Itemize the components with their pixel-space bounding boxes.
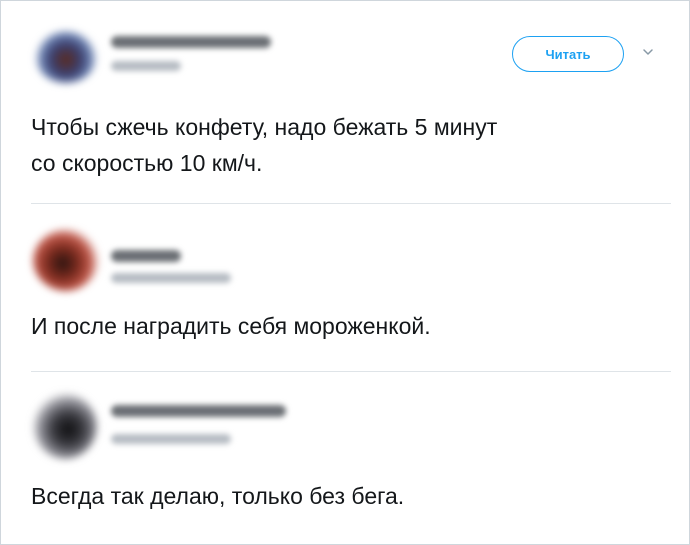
avatar[interactable] — [33, 229, 99, 291]
tweet-text: Чтобы сжечь конфету, надо бежать 5 минут… — [31, 114, 498, 176]
author-name-blurred — [111, 405, 286, 417]
tweet-text: Всегда так делаю, только без бега. — [31, 483, 405, 509]
tweet-2[interactable]: И после наградить себя мороженкой. — [1, 205, 689, 371]
author-name-blurred — [111, 250, 181, 262]
author-handle-blurred — [111, 61, 181, 71]
follow-button-label: Читать — [545, 46, 591, 62]
tweet-text: И после наградить себя мороженкой. — [31, 313, 431, 339]
chevron-down-icon[interactable] — [641, 45, 655, 59]
tweet-thread: Читать Чтобы сжечь конфету, надо бежать … — [0, 0, 690, 545]
divider — [31, 203, 671, 204]
author-handle-blurred — [111, 273, 231, 283]
avatar[interactable] — [33, 393, 97, 459]
follow-button[interactable]: Читать — [512, 36, 624, 72]
tweet-3[interactable]: Всегда так делаю, только без бега. — [1, 372, 689, 544]
avatar[interactable] — [35, 31, 97, 83]
author-handle-blurred — [111, 434, 231, 444]
author-name-blurred — [111, 36, 271, 48]
tweet-1[interactable]: Читать Чтобы сжечь конфету, надо бежать … — [1, 1, 689, 204]
